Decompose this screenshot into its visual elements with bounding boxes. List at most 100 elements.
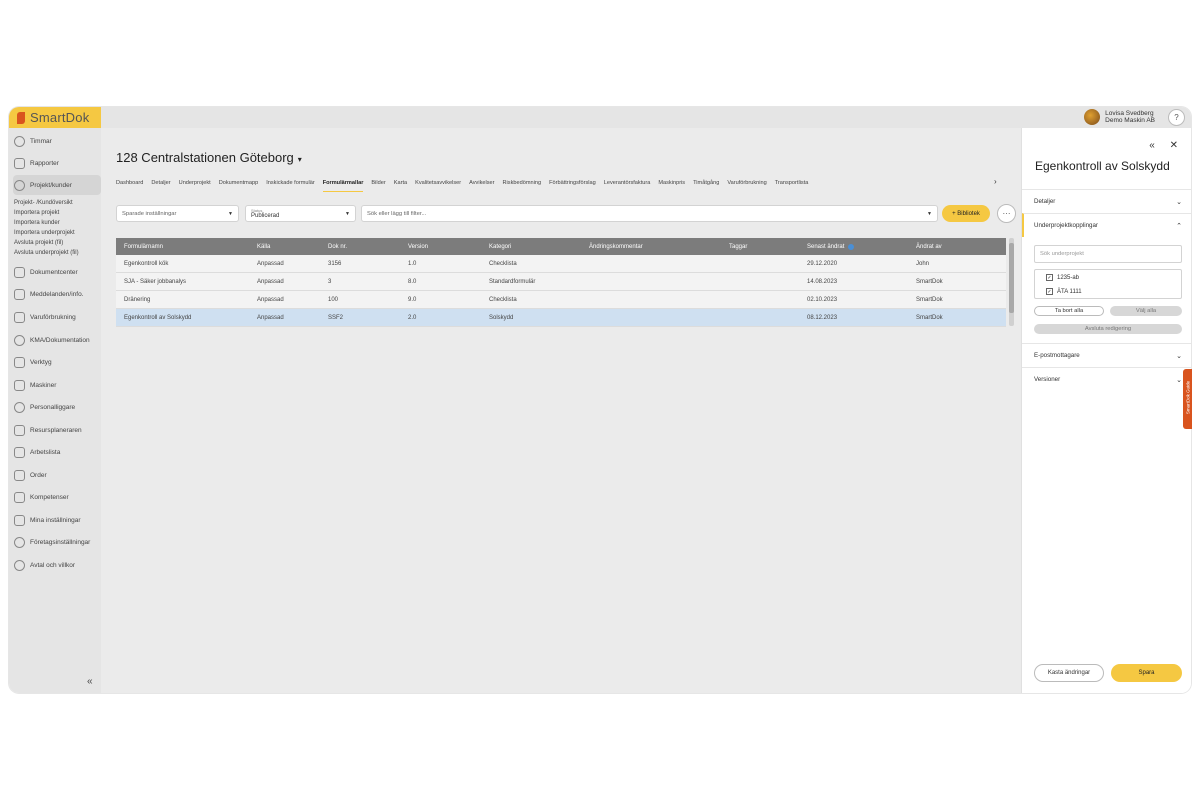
dropdown-arrow-icon: ▼ <box>228 211 233 217</box>
table-row[interactable]: Dränering Anpassad 100 9.0 Checklista 02… <box>116 291 1006 309</box>
subproject-item[interactable]: ✓ ÄTA 1111 <box>1046 288 1082 295</box>
sidebar-item-kompetenser[interactable]: Kompetenser <box>13 487 101 507</box>
sidebar-item-avtal[interactable]: Avtal och villkor <box>13 555 101 575</box>
discard-changes-button[interactable]: Kasta ändringar <box>1034 664 1104 682</box>
tab-formularmallar[interactable]: Formulärmallar <box>322 180 364 192</box>
tab-avvikelser[interactable]: Avvikelser <box>469 180 494 192</box>
smartdok-guide-tab[interactable]: SmartDok Guide <box>1183 369 1192 429</box>
tab-riskbedomning[interactable]: Riskbedömning <box>503 180 542 192</box>
column-header-docnr[interactable]: Dok nr. <box>328 238 347 255</box>
tab-dokumentmapp[interactable]: Dokumentmapp <box>219 180 259 192</box>
tab-maskinpris[interactable]: Maskinpris <box>658 180 685 192</box>
scrollbar-thumb[interactable] <box>1009 243 1014 313</box>
cell-last-changed: 08.12.2023 <box>807 314 838 321</box>
sidebar-item-resursplaneraren[interactable]: Resursplaneraren <box>13 420 101 440</box>
handshake-icon <box>14 559 25 571</box>
sidebar-item-verktyg[interactable]: Verktyg <box>13 352 101 372</box>
sidebar-item-foretagsinstallningar[interactable]: Företagsinställningar <box>13 532 101 552</box>
sidebar-subitem-importera-kunder[interactable]: Importera kunder <box>14 220 60 226</box>
checkbox-checked[interactable]: ✓ <box>1046 288 1053 295</box>
column-header-version[interactable]: Version <box>408 238 428 255</box>
sidebar-subitem-importera-underprojekt[interactable]: Importera underprojekt <box>14 230 75 236</box>
saved-settings-select[interactable]: Sparade inställningar ▼ <box>116 205 239 222</box>
tab-dashboard[interactable]: Dashboard <box>116 180 143 192</box>
tab-timatgang[interactable]: Timåtgång <box>693 180 719 192</box>
finish-editing-button[interactable]: Avsluta redigering <box>1034 324 1182 334</box>
sidebar-item-timmar[interactable]: Timmar <box>13 131 101 151</box>
remove-all-button[interactable]: Ta bort alla <box>1034 306 1104 316</box>
column-header-source[interactable]: Källa <box>257 238 270 255</box>
help-button[interactable]: ? <box>1168 109 1185 126</box>
tab-karta[interactable]: Karta <box>394 180 407 192</box>
tab-inskickade-formular[interactable]: Inskickade formulär <box>266 180 315 192</box>
status-select[interactable]: Status Publicerad ▼ <box>245 205 356 222</box>
sidebar-item-label: Meddelanden/info. <box>30 290 84 298</box>
column-header-name[interactable]: Formulärnamn <box>124 238 163 255</box>
user-menu[interactable]: Lovisa Svedberg Demo Maskin AB <box>1084 109 1155 125</box>
panel-controls[interactable]: « ✕ <box>1149 140 1184 151</box>
page-title: 128 Centralstationen Göteborg <box>116 150 294 165</box>
subproject-item[interactable]: ✓ 1235-ab <box>1046 274 1079 281</box>
section-underprojektkopplingar[interactable]: Underprojektkopplingar ⌃ <box>1022 213 1191 237</box>
filter-search-input[interactable]: Sök eller lägg till filter... ▼ <box>361 205 938 222</box>
sidebar-subitem-kundoversikt[interactable]: Projekt- /Kundöversikt <box>14 200 73 206</box>
sidebar-item-projekt-kunder[interactable]: Projekt/kunder <box>13 175 101 195</box>
avatar <box>1084 109 1101 125</box>
table-scrollbar[interactable] <box>1009 238 1014 326</box>
main-content: 128 Centralstationen Göteborg ▾ Dashboard… <box>101 128 1021 693</box>
table-row-selected[interactable]: Egenkontroll av Solskydd Anpassad SSF2 2… <box>116 309 1006 327</box>
sidebar-item-meddelanden[interactable]: Meddelanden/info. <box>13 284 101 304</box>
more-options-button[interactable]: ··· <box>997 204 1016 223</box>
sidebar-item-mina-installningar[interactable]: Mina inställningar <box>13 510 101 530</box>
sidebar-item-label: Projekt/kunder <box>30 181 72 189</box>
column-header-tags[interactable]: Taggar <box>729 238 747 255</box>
sidebar-subitem-avsluta-projekt[interactable]: Avsluta projekt (fil) <box>14 240 63 246</box>
sidebar-item-kma[interactable]: KMA/Dokumentation <box>13 330 101 350</box>
section-detaljer[interactable]: Detaljer ⌄ <box>1022 189 1191 213</box>
tab-varuforbrukning[interactable]: Varuförbrukning <box>727 180 766 192</box>
tab-underprojekt[interactable]: Underprojekt <box>179 180 211 192</box>
tabs-next-arrow-icon[interactable]: › <box>994 177 997 186</box>
sidebar: Timmar Rapporter Projekt/kunder Projekt-… <box>9 128 101 693</box>
column-header-changed-by[interactable]: Ändrat av <box>916 238 942 255</box>
subproject-search-input[interactable]: Sök underprojekt <box>1034 245 1182 263</box>
sidebar-item-dokumentcenter[interactable]: Dokumentcenter <box>13 262 101 282</box>
column-header-comment[interactable]: Ändringskommentar <box>589 238 643 255</box>
details-panel: « ✕ Egenkontroll av Solskydd Detaljer ⌄ … <box>1021 128 1191 693</box>
gear-icon <box>14 536 25 548</box>
tab-leverantorsfaktura[interactable]: Leverantörsfaktura <box>604 180 651 192</box>
sidebar-item-maskiner[interactable]: Maskiner <box>13 375 101 395</box>
sidebar-item-label: KMA/Dokumentation <box>30 336 90 344</box>
select-all-button[interactable]: Välj alla <box>1110 306 1182 316</box>
library-button[interactable]: + Bibliotek <box>942 205 990 222</box>
cell-docnr: SSF2 <box>328 314 344 321</box>
project-title-dropdown[interactable]: 128 Centralstationen Göteborg ▾ <box>116 150 302 165</box>
save-button[interactable]: Spara <box>1111 664 1182 682</box>
section-epostmottagare[interactable]: E-postmottagare ⌄ <box>1022 343 1191 367</box>
sidebar-subitem-avsluta-underprojekt[interactable]: Avsluta underprojekt (fil) <box>14 250 79 256</box>
sidebar-item-arbetslista[interactable]: Arbetslista <box>13 442 101 462</box>
sidebar-item-rapporter[interactable]: Rapporter <box>13 153 101 173</box>
collapse-sidebar-button[interactable]: « <box>87 676 93 687</box>
tab-bilder[interactable]: Bilder <box>371 180 385 192</box>
table-row[interactable]: Egenkontroll kök Anpassad 3156 1.0 Check… <box>116 255 1006 273</box>
checkbox-checked[interactable]: ✓ <box>1046 274 1053 281</box>
cell-docnr: 100 <box>328 296 339 303</box>
section-versioner[interactable]: Versioner ⌄ <box>1022 367 1191 391</box>
tab-detaljer[interactable]: Detaljer <box>151 180 170 192</box>
sidebar-item-order[interactable]: Order <box>13 465 101 485</box>
sidebar-subitem-importera-projekt[interactable]: Importera projekt <box>14 210 59 216</box>
cell-source: Anpassad <box>257 296 284 303</box>
column-header-category[interactable]: Kategori <box>489 238 511 255</box>
column-header-last-changed[interactable]: Senast ändrat <box>807 238 855 255</box>
tab-kvalitetsavvikelser[interactable]: Kvalitetsavvikelser <box>415 180 461 192</box>
tab-transportlista[interactable]: Transportlista <box>775 180 809 192</box>
smartdok-logo[interactable]: SmartDok <box>9 107 101 128</box>
truck-icon <box>14 311 25 323</box>
table-row[interactable]: SJA - Säker jobbanalys Anpassad 3 8.0 St… <box>116 273 1006 291</box>
sidebar-item-personalliggare[interactable]: Personalliggare <box>13 397 101 417</box>
competence-icon <box>14 491 25 503</box>
sidebar-item-varuforbrukning[interactable]: Varuförbrukning <box>13 307 101 327</box>
tab-forbattringsforslag[interactable]: Förbättringsförslag <box>549 180 596 192</box>
user-name: Lovisa Svedberg <box>1105 109 1154 117</box>
